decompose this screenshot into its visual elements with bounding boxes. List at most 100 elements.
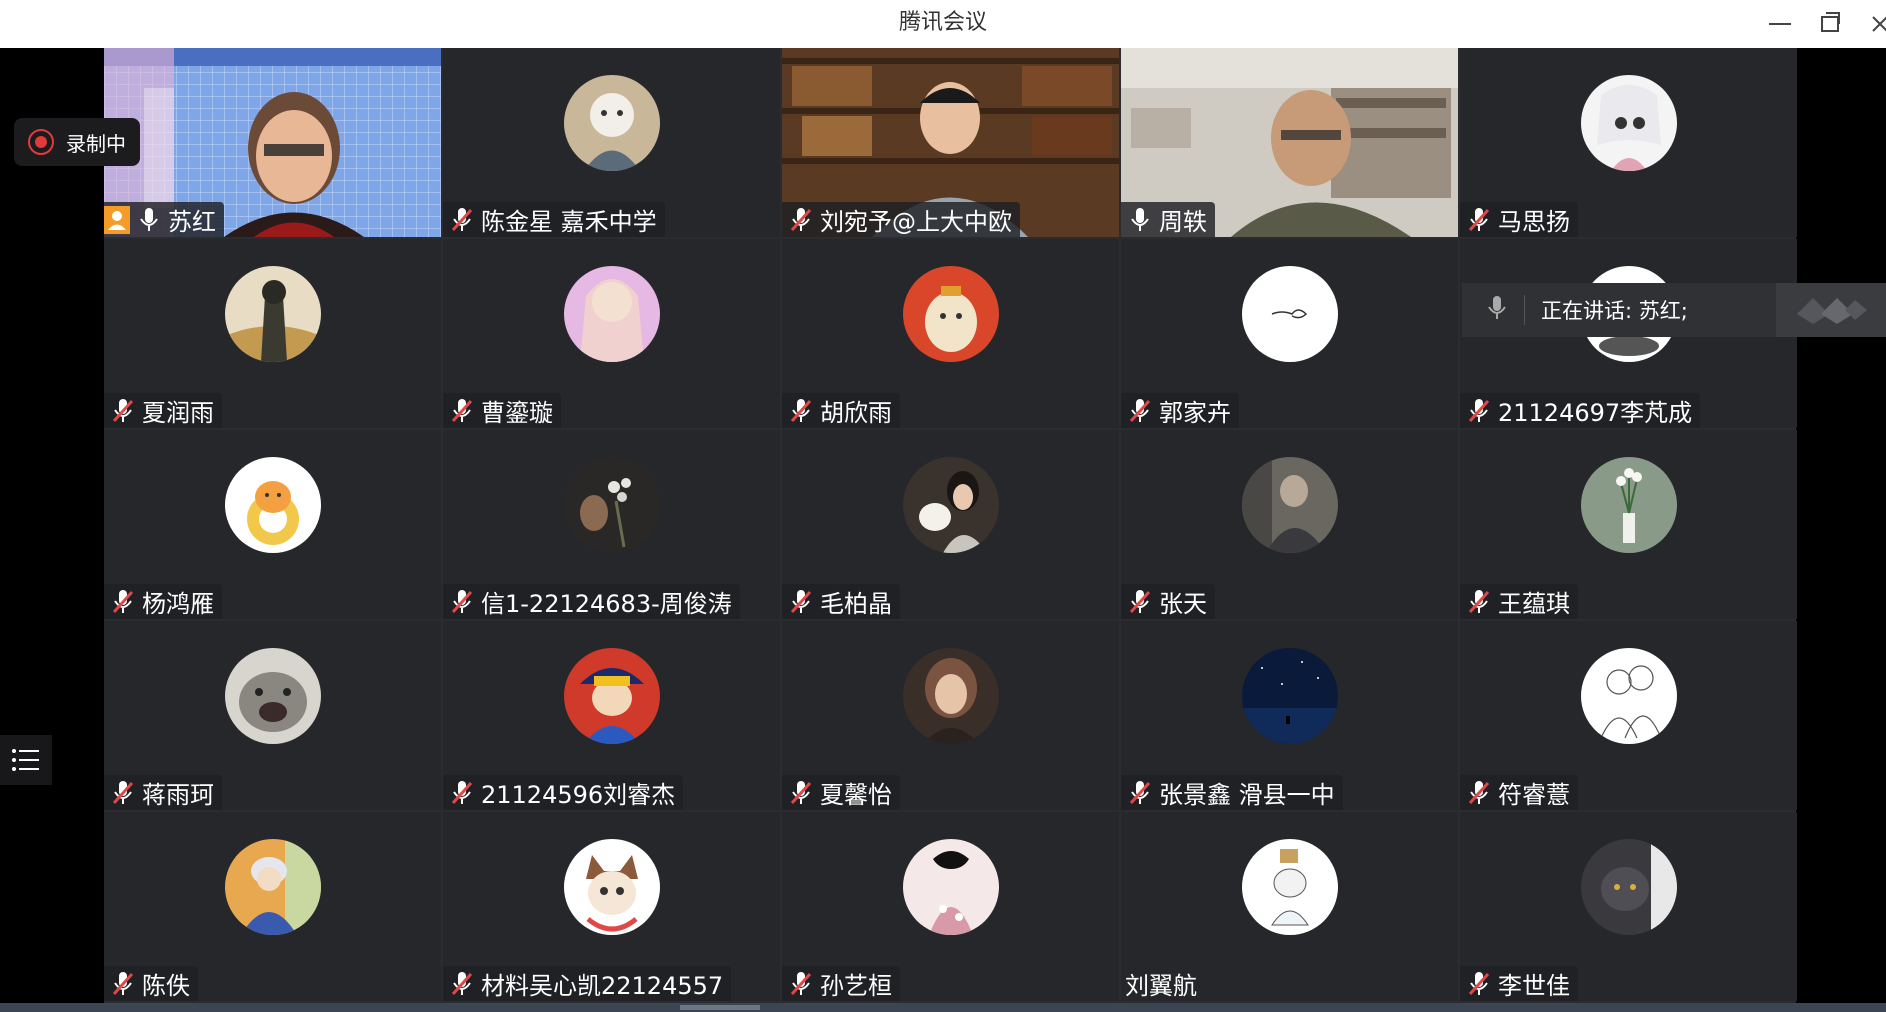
- participant-name: 曹鎏璇: [481, 399, 553, 427]
- participant-avatar: [563, 75, 660, 171]
- participant-name: 苏红: [168, 208, 216, 236]
- recording-indicator[interactable]: 录制中: [14, 118, 140, 166]
- minimize-button[interactable]: [1758, 0, 1802, 48]
- name-bar: 21124697李芃成: [1460, 393, 1701, 428]
- scrollbar-thumb[interactable]: [680, 1005, 760, 1010]
- participant-avatar: [1580, 457, 1677, 553]
- name-bar: 马思扬: [1460, 202, 1578, 237]
- participant-name: 李世佳: [1498, 972, 1570, 1000]
- mic-muted-icon: [788, 779, 814, 807]
- name-bar: 材料吴心凯22124557: [443, 966, 732, 1001]
- name-bar: 周轶: [1121, 202, 1215, 237]
- name-bar: 刘宛予@上大中欧: [782, 202, 1020, 237]
- participant-name: 符睿薏: [1498, 781, 1570, 809]
- participant-tile[interactable]: 毛柏晶: [782, 430, 1119, 619]
- participant-name: 张天: [1159, 590, 1207, 618]
- participant-tile[interactable]: 材料吴心凯22124557: [443, 812, 780, 1001]
- participant-name: 蒋雨珂: [142, 781, 214, 809]
- participant-name: 陈佚: [142, 972, 190, 1000]
- name-bar: 李世佳: [1460, 966, 1578, 1001]
- name-bar: 毛柏晶: [782, 584, 900, 619]
- close-button[interactable]: [1858, 0, 1886, 48]
- participant-name: 毛柏晶: [820, 590, 892, 618]
- participant-tile[interactable]: 李世佳: [1460, 812, 1797, 1001]
- mic-muted-icon: [449, 970, 475, 998]
- name-bar: 21124596刘睿杰: [443, 775, 684, 810]
- participant-tile[interactable]: 夏馨怡: [782, 621, 1119, 810]
- participant-tile[interactable]: 杨鸿雁: [104, 430, 441, 619]
- participant-avatar: [902, 457, 999, 553]
- participant-tile[interactable]: 刘翼航: [1121, 812, 1458, 1001]
- participant-name: 21124697李芃成: [1498, 399, 1693, 427]
- participant-tile[interactable]: 符睿薏: [1460, 621, 1797, 810]
- participant-list-button[interactable]: [0, 735, 52, 785]
- minimize-icon: [1769, 23, 1791, 25]
- participant-tile[interactable]: 王蕴琪: [1460, 430, 1797, 619]
- participant-tile[interactable]: 张天: [1121, 430, 1458, 619]
- recording-label: 录制中: [66, 131, 126, 156]
- participant-tile[interactable]: 刘宛予@上大中欧: [782, 48, 1119, 237]
- mic-on-icon: [136, 206, 162, 234]
- participant-avatar: [224, 457, 321, 553]
- participant-tile[interactable]: 夏润雨: [104, 239, 441, 428]
- participant-avatar: [1241, 839, 1338, 935]
- name-bar: 王蕴琪: [1460, 584, 1578, 619]
- mic-muted-icon: [1127, 779, 1153, 807]
- restore-button[interactable]: [1808, 0, 1852, 48]
- mic-muted-icon: [449, 779, 475, 807]
- participant-avatar: [1580, 839, 1677, 935]
- mic-on-icon: [1127, 206, 1153, 234]
- name-bar: 杨鸿雁: [104, 584, 222, 619]
- close-icon: [1872, 16, 1886, 32]
- participant-tile[interactable]: 陈金星 嘉禾中学: [443, 48, 780, 237]
- participant-tile[interactable]: 张景鑫 滑县一中: [1121, 621, 1458, 810]
- mic-icon: [1488, 295, 1506, 325]
- participant-tile[interactable]: 周轶: [1121, 48, 1458, 237]
- participant-name: 刘宛予@上大中欧: [820, 208, 1012, 236]
- mic-muted-icon: [110, 588, 136, 616]
- participant-tile[interactable]: 郭家卉: [1121, 239, 1458, 428]
- participant-tile[interactable]: 蒋雨珂: [104, 621, 441, 810]
- mic-muted-icon: [110, 970, 136, 998]
- participant-name: 刘翼航: [1125, 972, 1197, 1000]
- participant-avatar: [1241, 648, 1338, 744]
- name-bar: 张景鑫 滑县一中: [1121, 775, 1343, 810]
- mic-muted-icon: [449, 206, 475, 234]
- mic-muted-icon: [110, 397, 136, 425]
- participant-tile[interactable]: 信1-22124683-周俊涛: [443, 430, 780, 619]
- participant-name: 陈金星 嘉禾中学: [481, 208, 657, 236]
- name-bar: 苏红: [104, 202, 224, 237]
- participant-name: 夏馨怡: [820, 781, 892, 809]
- mic-muted-icon: [1127, 397, 1153, 425]
- participant-avatar: [563, 648, 660, 744]
- participant-avatar: [224, 266, 321, 362]
- window-title: 腾讯会议: [898, 10, 987, 35]
- participant-name: 马思扬: [1498, 208, 1570, 236]
- mic-muted-icon: [1466, 397, 1492, 425]
- participant-tile[interactable]: 曹鎏璇: [443, 239, 780, 428]
- participant-tile[interactable]: 胡欣雨: [782, 239, 1119, 428]
- name-bar: 曹鎏璇: [443, 393, 561, 428]
- participant-tile[interactable]: 苏红: [104, 48, 441, 237]
- mic-muted-icon: [788, 397, 814, 425]
- restore-icon: [1821, 12, 1840, 32]
- bottom-scrollbar[interactable]: [0, 1003, 1886, 1012]
- participant-tile[interactable]: 孙艺桓: [782, 812, 1119, 1001]
- participant-name: 材料吴心凯22124557: [481, 972, 724, 1000]
- participant-name: 21124596刘睿杰: [481, 781, 676, 809]
- participant-name: 信1-22124683-周俊涛: [481, 590, 732, 618]
- participant-avatar: [563, 266, 660, 362]
- participant-name: 周轶: [1159, 208, 1207, 236]
- name-bar: 陈金星 嘉禾中学: [443, 202, 665, 237]
- mic-muted-icon: [788, 206, 814, 234]
- record-icon: [28, 129, 54, 155]
- speaking-indicator[interactable]: 正在讲话: 苏红;: [1462, 283, 1886, 337]
- participant-tile[interactable]: 21124596刘睿杰: [443, 621, 780, 810]
- participant-avatar: [224, 839, 321, 935]
- participant-avatar: [1241, 457, 1338, 553]
- participant-tile[interactable]: 陈佚: [104, 812, 441, 1001]
- participant-tile[interactable]: 马思扬: [1460, 48, 1797, 237]
- divider: [1524, 295, 1525, 325]
- participant-avatar: [224, 648, 321, 744]
- participant-avatar: [902, 648, 999, 744]
